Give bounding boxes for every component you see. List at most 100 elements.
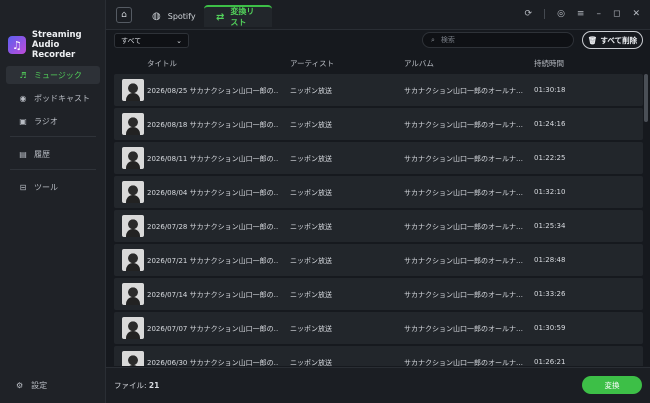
track-album: サカナクション山口一郎のオールナ… xyxy=(404,291,523,299)
tab-label: 変換リスト xyxy=(230,7,255,27)
close-icon[interactable]: ✕ xyxy=(632,9,640,19)
track-title: 2026/08/04 サカナクション山口一郎の… xyxy=(147,189,279,197)
track-album: サカナクション山口一郎のオールナ… xyxy=(404,121,523,129)
track-title: 2026/08/11 サカナクション山口一郎の… xyxy=(147,155,279,163)
track-thumbnail xyxy=(122,147,144,169)
track-title: 2026/06/30 サカナクション山口一郎の… xyxy=(147,359,279,366)
radio-icon: ▣ xyxy=(19,116,27,126)
table-row[interactable]: 2026/07/07 サカナクション山口一郎の… ニッポン放送 サカナクション山… xyxy=(114,312,643,344)
convert-button[interactable]: 変換 xyxy=(582,376,642,394)
top-bar: ⌂ ◍ Spotify ⇄ 変換リスト ⟳ ◎ ≡ – ◻ ✕ xyxy=(106,0,650,30)
track-artist: ニッポン放送 xyxy=(290,189,332,197)
track-title: 2026/08/25 サカナクション山口一郎の… xyxy=(147,87,279,95)
tab-spotify[interactable]: ◍ Spotify xyxy=(140,5,208,27)
table-row[interactable]: 2026/08/11 サカナクション山口一郎の… ニッポン放送 サカナクション山… xyxy=(114,142,643,174)
sidebar-item-label: 履歴 xyxy=(34,149,50,159)
track-album: サカナクション山口一郎のオールナ… xyxy=(404,87,523,95)
music-note-icon: ♬ xyxy=(19,70,27,80)
trash-icon: 🗑 xyxy=(587,35,598,45)
sidebar-divider xyxy=(10,169,96,170)
search-box[interactable]: ⌕ xyxy=(422,32,574,48)
maximize-icon[interactable]: ◻ xyxy=(613,9,620,19)
delete-all-button[interactable]: 🗑 すべて削除 xyxy=(582,31,643,49)
settings-label: 設定 xyxy=(31,381,48,390)
sidebar-item-label: ミュージック xyxy=(34,70,82,80)
search-input[interactable] xyxy=(440,36,561,44)
track-artist: ニッポン放送 xyxy=(290,155,332,163)
minimize-icon[interactable]: – xyxy=(596,9,601,19)
column-album[interactable]: アルバム xyxy=(404,58,434,69)
table-header: タイトル アーティスト アルバム 持続時間 xyxy=(114,58,643,70)
table-row[interactable]: 2026/08/04 サカナクション山口一郎の… ニッポン放送 サカナクション山… xyxy=(114,176,643,208)
track-duration: 01:22:25 xyxy=(534,154,566,162)
chevron-down-icon: ⌄ xyxy=(176,36,182,45)
table-row[interactable]: 2026/08/25 サカナクション山口一郎の… ニッポン放送 サカナクション山… xyxy=(114,74,643,106)
track-thumbnail xyxy=(122,283,144,305)
filter-value: すべて xyxy=(121,36,142,45)
column-title[interactable]: タイトル xyxy=(147,58,177,69)
track-title: 2026/07/07 サカナクション山口一郎の… xyxy=(147,325,279,333)
track-duration: 01:25:34 xyxy=(534,222,566,230)
track-artist: ニッポン放送 xyxy=(290,257,332,265)
track-duration: 01:33:26 xyxy=(534,290,566,298)
table-row[interactable]: 2026/08/18 サカナクション山口一郎の… ニッポン放送 サカナクション山… xyxy=(114,108,643,140)
filter-dropdown[interactable]: すべて ⌄ xyxy=(114,33,189,48)
refresh-icon[interactable]: ⟳ xyxy=(525,9,533,19)
track-album: サカナクション山口一郎のオールナ… xyxy=(404,257,523,265)
track-album: サカナクション山口一郎のオールナ… xyxy=(404,223,523,231)
home-button[interactable]: ⌂ xyxy=(116,7,132,23)
file-count-value: 21 xyxy=(148,381,160,390)
tab-conversion-list[interactable]: ⇄ 変換リスト xyxy=(204,5,272,27)
track-title: 2026/08/18 サカナクション山口一郎の… xyxy=(147,121,279,129)
track-duration: 01:32:10 xyxy=(534,188,566,196)
table-row[interactable]: 2026/07/21 サカナクション山口一郎の… ニッポン放送 サカナクション山… xyxy=(114,244,643,276)
track-album: サカナクション山口一郎のオールナ… xyxy=(404,359,523,366)
file-count-label: ファイル: xyxy=(114,381,149,390)
track-artist: ニッポン放送 xyxy=(290,359,332,366)
search-icon: ⌕ xyxy=(431,35,435,44)
footer-bar: ファイル: 21 変換 xyxy=(106,367,650,403)
settings-button[interactable]: ⚙ 設定 xyxy=(16,380,47,391)
column-artist[interactable]: アーティスト xyxy=(290,58,334,69)
menu-icon[interactable]: ≡ xyxy=(577,9,585,19)
track-album: サカナクション山口一郎のオールナ… xyxy=(404,325,523,333)
scrollbar-thumb[interactable] xyxy=(644,74,648,122)
sidebar-item-history[interactable]: ▤ 履歴 xyxy=(6,145,100,163)
history-icon: ▤ xyxy=(19,149,27,159)
account-icon[interactable]: ◎ xyxy=(557,9,565,19)
column-duration[interactable]: 持続時間 xyxy=(534,58,564,69)
sidebar-item-radio[interactable]: ▣ ラジオ xyxy=(6,112,100,130)
track-artist: ニッポン放送 xyxy=(290,121,332,129)
track-duration: 01:26:21 xyxy=(534,358,566,366)
sidebar-item-podcast[interactable]: ◉ ポッドキャスト xyxy=(6,89,100,107)
sidebar-item-tools[interactable]: ⊟ ツール xyxy=(6,178,100,196)
track-list: 2026/08/25 サカナクション山口一郎の… ニッポン放送 サカナクション山… xyxy=(114,74,643,366)
podcast-icon: ◉ xyxy=(19,93,27,103)
gear-icon: ⚙ xyxy=(16,381,24,390)
table-row[interactable]: 2026/07/14 サカナクション山口一郎の… ニッポン放送 サカナクション山… xyxy=(114,278,643,310)
table-row[interactable]: 2026/07/28 サカナクション山口一郎の… ニッポン放送 サカナクション山… xyxy=(114,210,643,242)
track-duration: 01:30:18 xyxy=(534,86,566,94)
toolbox-icon: ⊟ xyxy=(19,182,27,192)
track-artist: ニッポン放送 xyxy=(290,87,332,95)
track-artist: ニッポン放送 xyxy=(290,223,332,231)
track-duration: 01:24:16 xyxy=(534,120,566,128)
sidebar-item-music[interactable]: ♬ ミュージック xyxy=(6,66,100,84)
file-count: ファイル: 21 xyxy=(114,380,159,391)
table-row[interactable]: 2026/06/30 サカナクション山口一郎の… ニッポン放送 サカナクション山… xyxy=(114,346,643,366)
track-album: サカナクション山口一郎のオールナ… xyxy=(404,155,523,163)
app-name-line1: Streaming xyxy=(31,30,82,40)
track-title: 2026/07/14 サカナクション山口一郎の… xyxy=(147,291,279,299)
sidebar: ♫ Streaming Audio Recorder ♬ ミュージック ◉ ポッ… xyxy=(0,0,106,403)
track-thumbnail xyxy=(122,215,144,237)
app-brand: ♫ Streaming Audio Recorder xyxy=(8,30,105,60)
sidebar-nav: ♬ ミュージック ◉ ポッドキャスト ▣ ラジオ ▤ 履歴 ⊟ ツール xyxy=(6,66,100,201)
app-logo-icon: ♫ xyxy=(8,36,26,54)
track-thumbnail xyxy=(122,317,144,339)
app-name: Streaming Audio Recorder xyxy=(32,30,105,60)
tab-label: Spotify xyxy=(167,11,196,21)
sidebar-item-label: ラジオ xyxy=(34,116,58,126)
track-title: 2026/07/21 サカナクション山口一郎の… xyxy=(147,257,279,265)
track-title: 2026/07/28 サカナクション山口一郎の… xyxy=(147,223,279,231)
convert-icon: ⇄ xyxy=(216,11,225,23)
